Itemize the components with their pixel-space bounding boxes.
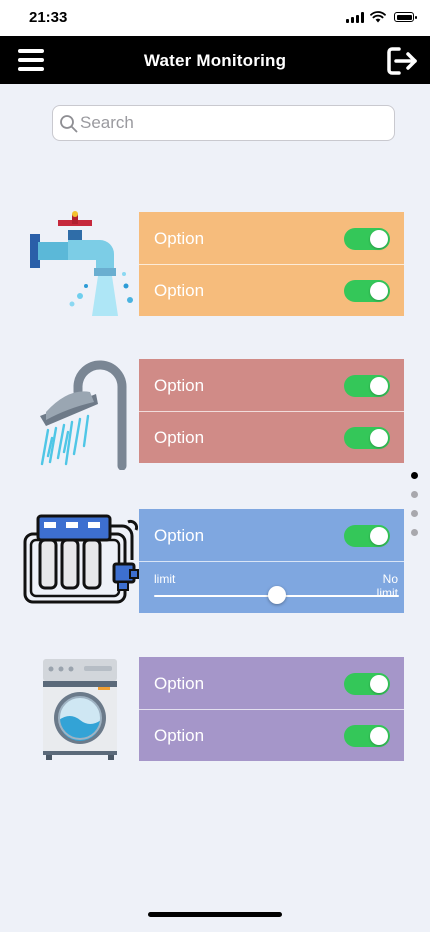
option-row: Option — [139, 264, 404, 316]
home-indicator — [148, 912, 282, 917]
status-bar: 21:33 — [0, 0, 430, 36]
option-row: Option — [139, 657, 404, 709]
option-label: Option — [154, 674, 205, 693]
option-label: Option — [154, 281, 205, 300]
option-row: Option — [139, 212, 404, 264]
device-card-water-filter: Option limit No limit — [139, 509, 404, 613]
page-dot[interactable] — [411, 472, 418, 479]
toggle-knob — [370, 230, 388, 248]
page-indicator — [411, 472, 419, 548]
option-toggle[interactable] — [344, 427, 390, 449]
toggle-knob — [370, 727, 388, 745]
toggle-knob — [370, 377, 388, 395]
option-label: Option — [154, 526, 205, 545]
page-dot[interactable] — [411, 510, 418, 517]
page-dot[interactable] — [411, 491, 418, 498]
search-icon — [60, 115, 78, 133]
toggle-knob — [370, 527, 388, 545]
option-toggle[interactable] — [344, 673, 390, 695]
status-icons — [346, 11, 417, 23]
option-label: Option — [154, 726, 205, 745]
option-toggle[interactable] — [344, 375, 390, 397]
status-time: 21:33 — [29, 9, 68, 26]
option-row: Option — [139, 411, 404, 463]
option-label: Option — [154, 229, 205, 248]
slider-min-label: limit — [154, 572, 176, 586]
logout-button[interactable] — [386, 46, 420, 76]
battery-icon — [394, 12, 417, 22]
logout-icon — [387, 47, 417, 75]
faucet-icon — [30, 211, 133, 316]
limit-slider[interactable] — [154, 586, 399, 604]
option-row: Option — [139, 509, 404, 561]
option-toggle[interactable] — [344, 280, 390, 302]
wifi-icon — [370, 11, 386, 23]
option-toggle[interactable] — [344, 228, 390, 250]
app-header: Water Monitoring — [0, 36, 430, 84]
device-card-washing-machine: Option Option — [139, 657, 404, 761]
option-toggle[interactable] — [344, 525, 390, 547]
washing-machine-icon — [43, 659, 117, 760]
toggle-knob — [370, 282, 388, 300]
option-label: Option — [154, 428, 205, 447]
page-title: Water Monitoring — [143, 51, 287, 70]
shower-icon — [40, 360, 127, 470]
search-input[interactable] — [80, 106, 380, 140]
option-label: Option — [154, 376, 205, 395]
option-toggle[interactable] — [344, 725, 390, 747]
cellular-signal-icon — [346, 11, 364, 23]
limit-slider-row: limit No limit — [139, 561, 404, 613]
page-dot[interactable] — [411, 529, 418, 536]
option-row: Option — [139, 359, 404, 411]
device-card-faucet: Option Option — [139, 212, 404, 316]
search-bar[interactable] — [52, 105, 395, 141]
option-row: Option — [139, 709, 404, 761]
water-filter-icon — [23, 514, 139, 604]
toggle-knob — [370, 675, 388, 693]
device-card-shower: Option Option — [139, 359, 404, 463]
slider-thumb[interactable] — [267, 586, 286, 604]
toggle-knob — [370, 429, 388, 447]
